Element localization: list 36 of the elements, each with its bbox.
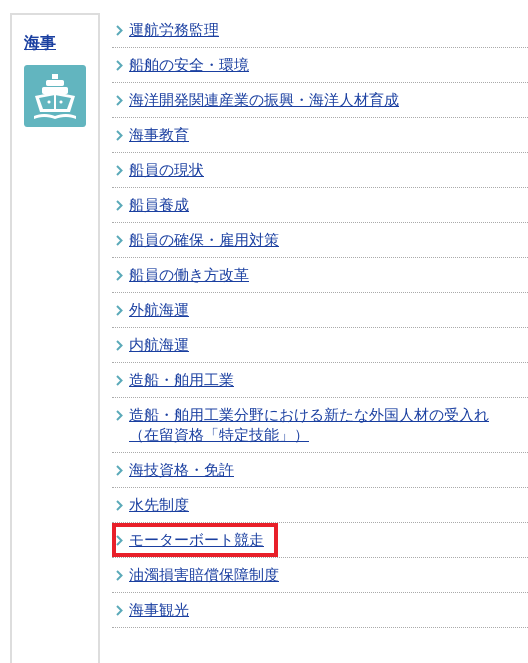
chevron-icon	[116, 340, 123, 351]
chevron-icon	[116, 25, 123, 36]
nav-link[interactable]: 船員の働き方改革	[129, 265, 249, 285]
chevron-icon	[116, 500, 123, 511]
nav-link[interactable]: 造船・舶用工業分野における新たな外国人材の受入れ（在留資格「特定技能」）	[129, 405, 514, 445]
nav-link[interactable]: モーターボート競走	[129, 530, 264, 550]
chevron-icon	[116, 60, 123, 71]
category-link[interactable]: 海事	[24, 31, 56, 55]
nav-link[interactable]: 船舶の安全・環境	[129, 55, 249, 75]
nav-link[interactable]: 海事観光	[129, 600, 189, 620]
chevron-icon	[116, 465, 123, 476]
chevron-icon	[116, 305, 123, 316]
chevron-icon	[116, 165, 123, 176]
nav-link[interactable]: 海洋開発関連産業の振興・海洋人材育成	[129, 90, 399, 110]
nav-link[interactable]: 水先制度	[129, 495, 189, 515]
nav-link[interactable]: 船員の現状	[129, 160, 204, 180]
nav-link[interactable]: 内航海運	[129, 335, 189, 355]
chevron-icon	[116, 200, 123, 211]
nav-link[interactable]: 油濁損害賠償保障制度	[129, 565, 279, 585]
chevron-icon	[116, 270, 123, 281]
nav-link[interactable]: 運航労務監理	[129, 20, 219, 40]
chevron-icon	[116, 570, 123, 581]
chevron-icon	[116, 235, 123, 246]
chevron-icon	[116, 130, 123, 141]
chevron-icon	[116, 375, 123, 386]
chevron-icon	[116, 410, 123, 421]
nav-link[interactable]: 船員の確保・雇用対策	[129, 230, 279, 250]
nav-link[interactable]: 外航海運	[129, 300, 189, 320]
nav-link[interactable]: 造船・舶用工業	[129, 370, 234, 390]
chevron-icon	[116, 95, 123, 106]
nav-link[interactable]: 海事教育	[129, 125, 189, 145]
chevron-icon	[116, 535, 123, 546]
ship-icon	[24, 65, 86, 127]
chevron-icon	[116, 605, 123, 616]
nav-link[interactable]: 船員養成	[129, 195, 189, 215]
nav-link[interactable]: 海技資格・免許	[129, 460, 234, 480]
